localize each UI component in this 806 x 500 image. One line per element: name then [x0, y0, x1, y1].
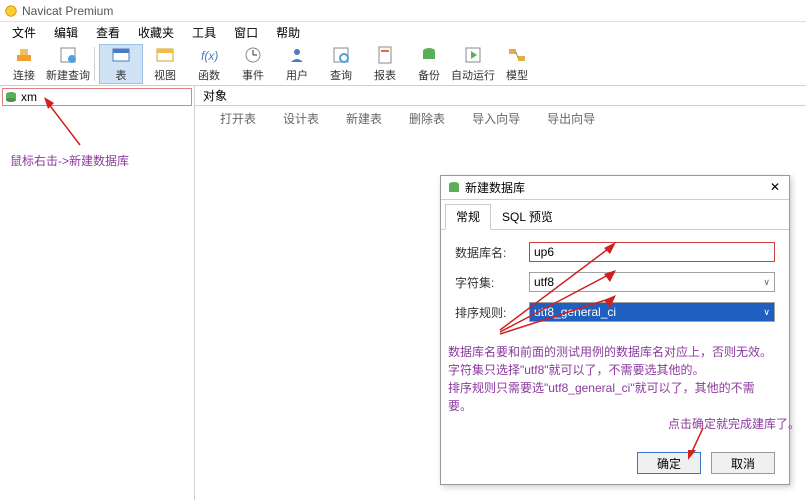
delete-icon — [394, 112, 406, 124]
toolbar: 连接 新建查询 表 视图 f(x)函数 事件 用户 查询 报表 备份 自动运行 … — [0, 42, 806, 86]
btn-open-table[interactable]: 打开表 — [205, 110, 256, 127]
titlebar: Navicat Premium — [0, 0, 806, 22]
chevron-down-icon: ∨ — [763, 307, 770, 318]
new-icon — [331, 112, 343, 124]
input-dbname[interactable] — [529, 242, 775, 262]
menu-window[interactable]: 窗口 — [226, 22, 266, 43]
tool-backup[interactable]: 备份 — [407, 44, 451, 84]
tool-report[interactable]: 报表 — [363, 44, 407, 84]
tool-newquery[interactable]: 新建查询 — [46, 44, 90, 84]
database-icon — [447, 181, 461, 195]
export-icon — [532, 112, 544, 124]
connection-item[interactable]: xm — [2, 88, 192, 106]
label-dbname: 数据库名: — [455, 244, 529, 261]
tool-view[interactable]: 视图 — [143, 44, 187, 84]
open-icon — [205, 112, 217, 124]
menu-favorites[interactable]: 收藏夹 — [130, 22, 182, 43]
tool-function[interactable]: f(x)函数 — [187, 44, 231, 84]
menu-view[interactable]: 查看 — [88, 22, 128, 43]
menu-tools[interactable]: 工具 — [184, 22, 224, 43]
dialog-ok-button[interactable]: 确定 — [637, 452, 701, 474]
tool-table[interactable]: 表 — [99, 44, 143, 84]
connection-name: xm — [21, 90, 37, 104]
app-logo-icon — [4, 4, 18, 18]
tool-event[interactable]: 事件 — [231, 44, 275, 84]
chevron-down-icon: ∨ — [763, 277, 770, 288]
design-icon — [268, 112, 280, 124]
btn-import[interactable]: 导入向导 — [457, 110, 520, 127]
content-tabbar: 对象 — [195, 86, 806, 106]
app-title: Navicat Premium — [22, 4, 113, 18]
btn-new-table[interactable]: 新建表 — [331, 110, 382, 127]
select-collation[interactable]: utf8_general_ci∨ — [529, 302, 775, 322]
import-icon — [457, 112, 469, 124]
separator — [94, 47, 95, 81]
dialog-close-button[interactable]: ✕ — [767, 180, 783, 196]
tool-query[interactable]: 查询 — [319, 44, 363, 84]
sidebar: xm — [0, 86, 195, 500]
object-toolbar: 打开表 设计表 新建表 删除表 导入向导 导出向导 — [195, 106, 806, 130]
label-collation: 排序规则: — [455, 304, 529, 321]
menu-file[interactable]: 文件 — [4, 22, 44, 43]
label-charset: 字符集: — [455, 274, 529, 291]
tool-connect[interactable]: 连接 — [2, 44, 46, 84]
tool-model[interactable]: 模型 — [495, 44, 539, 84]
tool-user[interactable]: 用户 — [275, 44, 319, 84]
svg-text:f(x): f(x) — [201, 49, 218, 63]
tool-autorun[interactable]: 自动运行 — [451, 44, 495, 84]
dialog-tab-sql[interactable]: SQL 预览 — [491, 204, 564, 229]
btn-export[interactable]: 导出向导 — [532, 110, 595, 127]
tab-objects[interactable]: 对象 — [203, 87, 227, 104]
dialog-tab-general[interactable]: 常规 — [445, 204, 491, 230]
menu-edit[interactable]: 编辑 — [46, 22, 86, 43]
menubar: 文件 编辑 查看 收藏夹 工具 窗口 帮助 — [0, 22, 806, 42]
dialog-cancel-button[interactable]: 取消 — [711, 452, 775, 474]
btn-design-table[interactable]: 设计表 — [268, 110, 319, 127]
select-charset[interactable]: utf8∨ — [529, 272, 775, 292]
mysql-icon — [5, 91, 17, 103]
new-database-dialog: 新建数据库 ✕ 常规 SQL 预览 数据库名: 字符集: utf8∨ 排序规则:… — [440, 175, 790, 485]
btn-delete-table[interactable]: 删除表 — [394, 110, 445, 127]
dialog-title: 新建数据库 — [465, 179, 525, 196]
menu-help[interactable]: 帮助 — [268, 22, 308, 43]
